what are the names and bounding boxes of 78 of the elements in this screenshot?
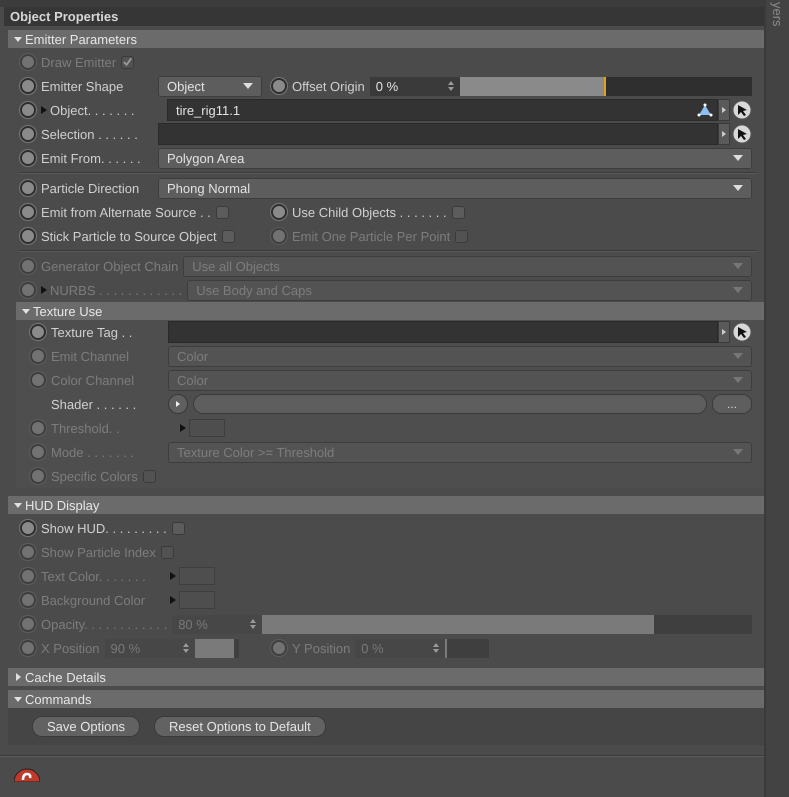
expanded-caret-icon[interactable] <box>14 35 22 43</box>
expanded-caret-icon[interactable] <box>22 307 30 315</box>
arrow-button[interactable] <box>718 321 730 343</box>
parameter-label: Emit From. . . . . . <box>41 150 142 166</box>
browse-button[interactable]: ... <box>712 394 752 414</box>
animation-radio[interactable] <box>20 150 36 166</box>
parameter-label: Stick Particle to Source Object <box>41 228 217 244</box>
link-field[interactable] <box>168 321 718 343</box>
pointer-pick-icon[interactable] <box>732 124 752 144</box>
dropdown[interactable]: Object <box>158 76 262 96</box>
animation-radio[interactable] <box>20 78 36 94</box>
parameter-label: Texture Tag . . <box>51 324 134 340</box>
shader-field[interactable] <box>193 394 707 414</box>
parameter-label: Offset Origin <box>292 78 365 94</box>
animation-radio[interactable] <box>271 204 287 220</box>
section-title: HUD Display <box>25 498 100 512</box>
pointer-pick-icon[interactable] <box>732 322 752 342</box>
dropdown[interactable]: Polygon Area <box>158 148 752 168</box>
checkbox[interactable] <box>222 230 235 242</box>
section-header[interactable]: Cache Details <box>8 668 764 686</box>
parameter-label: Selection . . . . . . <box>41 126 139 142</box>
spinner-arrows-icon[interactable] <box>433 643 440 653</box>
section-header[interactable]: Emitter Parameters <box>8 30 764 48</box>
section-title: Cache Details <box>25 670 106 684</box>
spinner-arrows-icon[interactable] <box>448 81 454 91</box>
animation-radio[interactable] <box>30 324 46 340</box>
panel-title: Object Properties <box>4 7 764 26</box>
parameter-label: Show HUD. . . . . . . . . <box>41 520 167 536</box>
arrow-button[interactable] <box>718 123 730 145</box>
dropdown-caret-icon[interactable] <box>733 155 743 161</box>
right-arrow-icon <box>722 131 726 137</box>
expand-arrow-icon[interactable] <box>170 596 176 604</box>
expand-arrow-icon[interactable] <box>170 572 176 580</box>
command-button[interactable]: Reset Options to Default <box>154 716 326 737</box>
animation-radio[interactable] <box>20 126 36 142</box>
animation-radio[interactable] <box>20 102 36 118</box>
animation-radio[interactable] <box>20 204 36 220</box>
section-title: Commands <box>25 692 92 706</box>
dropdown-caret-icon[interactable] <box>243 83 253 89</box>
expand-arrow-icon[interactable] <box>41 106 47 114</box>
right-arrow-icon <box>722 107 726 113</box>
group-header[interactable]: Texture Use <box>16 302 764 320</box>
parameter-label: Object. . . . . . . <box>50 102 136 118</box>
right-arrow-icon <box>176 401 180 407</box>
parameter-label: Emitter Shape <box>41 78 124 94</box>
expand-arrow-icon[interactable] <box>180 424 186 432</box>
link-field[interactable] <box>158 123 718 145</box>
dropdown-caret-icon[interactable] <box>733 185 743 191</box>
parameter-label: Particle Direction <box>41 180 140 196</box>
parameter-label: Use Child Objects . . . . . . . <box>292 204 447 220</box>
command-button[interactable]: Save Options <box>32 716 140 737</box>
group-title: Texture Use <box>33 304 102 318</box>
expanded-caret-icon[interactable] <box>14 501 22 509</box>
parameter-label: Shader . . . . . . <box>51 396 138 412</box>
section-title: Emitter Parameters <box>25 32 137 46</box>
right-arrow-icon <box>722 329 726 335</box>
section-header[interactable]: Commands <box>8 690 764 708</box>
pointer-pick-icon[interactable] <box>732 100 752 120</box>
spinner-arrows-icon[interactable] <box>250 619 256 629</box>
side-tab-label[interactable]: yers <box>770 2 785 27</box>
animation-radio[interactable] <box>271 78 287 94</box>
help-icon[interactable] <box>14 768 40 782</box>
section-header[interactable]: HUD Display <box>8 496 764 514</box>
shader-arrow-button[interactable] <box>168 394 188 414</box>
animation-radio[interactable] <box>20 520 36 536</box>
animation-radio[interactable] <box>20 180 36 196</box>
arrow-button[interactable] <box>718 99 730 121</box>
parameter-label: Emit from Alternate Source . . <box>41 204 211 220</box>
animation-radio[interactable] <box>20 228 36 244</box>
checkbox[interactable] <box>452 206 465 218</box>
checkbox[interactable] <box>172 522 185 534</box>
link-field[interactable]: tire_rig11.1 <box>167 99 718 121</box>
dropdown[interactable]: Phong Normal <box>158 178 752 198</box>
spinner-arrows-icon[interactable] <box>182 643 189 653</box>
expanded-caret-icon[interactable] <box>14 695 22 703</box>
number-field[interactable]: 0 % <box>370 76 460 96</box>
collapsed-caret-icon[interactable] <box>14 673 22 681</box>
checkbox[interactable] <box>216 206 229 218</box>
